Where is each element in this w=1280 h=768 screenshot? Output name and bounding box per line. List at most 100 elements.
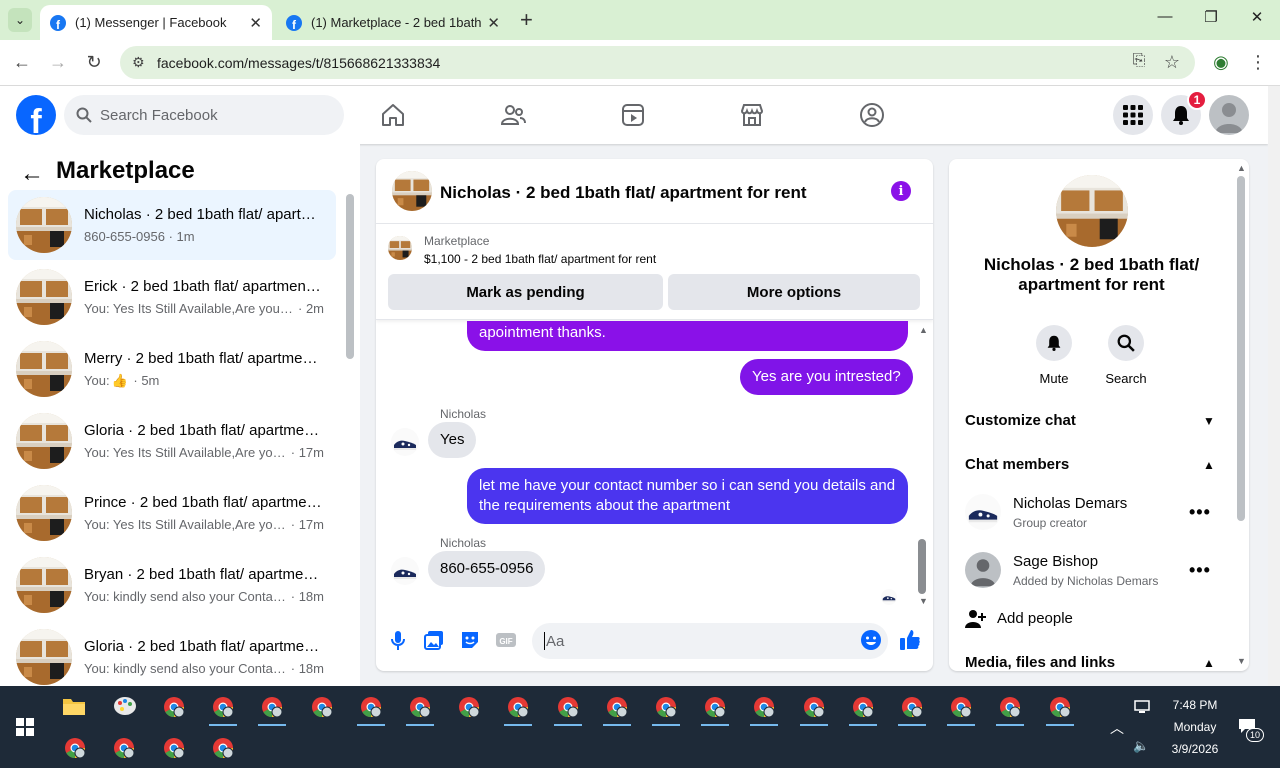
paint-icon[interactable] xyxy=(113,695,137,717)
member-avatar[interactable] xyxy=(965,494,1001,530)
chat-list-scrollbar[interactable] xyxy=(346,194,354,359)
message-scrollbar[interactable] xyxy=(918,539,926,594)
chrome-window-icon[interactable] xyxy=(704,696,726,718)
groups-icon[interactable] xyxy=(859,102,885,128)
incoming-message[interactable]: 860-655-0956 xyxy=(428,551,546,587)
chrome-window-icon[interactable] xyxy=(261,696,283,718)
like-thumb-icon[interactable] xyxy=(899,629,921,651)
chrome-window-icon[interactable] xyxy=(606,696,628,718)
home-icon[interactable] xyxy=(380,102,406,128)
chrome-window-icon[interactable] xyxy=(999,696,1021,718)
url-omnibox[interactable]: ⚙ facebook.com/messages/t/81566862133383… xyxy=(120,46,1195,79)
outgoing-message[interactable]: Yes are you intrested? xyxy=(740,359,913,395)
listing-avatar[interactable] xyxy=(392,171,432,211)
close-tab-icon[interactable]: ✕ xyxy=(249,14,262,32)
info-icon[interactable]: i xyxy=(891,181,911,201)
chat-list-item[interactable]: Erick · 2 bed 1bath flat/ apartment for … xyxy=(8,262,336,332)
chrome-window-icon[interactable] xyxy=(507,696,529,718)
network-icon[interactable] xyxy=(1134,700,1150,714)
video-icon[interactable] xyxy=(620,102,646,128)
chat-list-item[interactable]: Gloria · 2 bed 1bath flat/ apartment for… xyxy=(8,622,336,692)
bookmark-star-icon[interactable]: ☆ xyxy=(1161,52,1183,73)
scroll-down-arrow-icon[interactable]: ▼ xyxy=(1237,656,1246,666)
restore-icon[interactable]: ❐ xyxy=(1196,8,1226,26)
reload-icon[interactable]: ↻ xyxy=(83,52,105,73)
clock-day[interactable]: Monday xyxy=(1160,720,1230,734)
member-options-icon[interactable]: ••• xyxy=(1189,560,1211,581)
show-hidden-icons[interactable]: ︿ xyxy=(1110,718,1124,738)
sender-avatar[interactable] xyxy=(391,557,419,585)
browser-menu-icon[interactable]: ⋮ xyxy=(1247,52,1269,73)
chrome-window-icon[interactable] xyxy=(212,696,234,718)
conversation-title[interactable]: Nicholas · 2 bed 1bath flat/ apartment f… xyxy=(440,183,807,203)
more-options-button[interactable]: More options xyxy=(668,274,920,310)
add-person-icon[interactable] xyxy=(965,609,987,629)
chrome-window-icon[interactable] xyxy=(655,696,677,718)
mute-button[interactable]: Mute xyxy=(1024,325,1084,386)
chrome-window-icon[interactable] xyxy=(409,696,431,718)
facebook-logo-icon[interactable]: f xyxy=(16,95,56,135)
member-options-icon[interactable]: ••• xyxy=(1189,502,1211,523)
listing-profile-photo[interactable] xyxy=(1056,175,1128,247)
clock-time[interactable]: 7:48 PM xyxy=(1160,698,1230,712)
page-scrollbar[interactable] xyxy=(1268,86,1280,686)
tab-messenger[interactable]: f (1) Messenger | Facebook ✕ xyxy=(40,5,272,40)
chat-list-item[interactable]: Gloria · 2 bed 1bath flat/ apartment for… xyxy=(8,406,336,476)
tab-marketplace[interactable]: f (1) Marketplace - 2 bed 1bath f ✕ xyxy=(276,5,510,40)
chevron-up-icon[interactable]: ▲ xyxy=(1203,458,1215,472)
chrome-window-icon[interactable] xyxy=(113,737,135,759)
chrome-window-icon[interactable] xyxy=(803,696,825,718)
scroll-down-arrow-icon[interactable]: ▼ xyxy=(919,596,928,606)
chrome-window-icon[interactable] xyxy=(557,696,579,718)
friends-icon[interactable] xyxy=(500,102,526,128)
close-window-icon[interactable]: ✕ xyxy=(1242,8,1272,26)
chrome-window-icon[interactable] xyxy=(360,696,382,718)
chrome-window-icon[interactable] xyxy=(311,696,333,718)
info-panel-scrollbar[interactable] xyxy=(1237,176,1245,521)
windows-start-icon[interactable] xyxy=(16,718,34,736)
chrome-window-icon[interactable] xyxy=(64,737,86,759)
microphone-icon[interactable] xyxy=(387,629,409,651)
file-explorer-icon[interactable] xyxy=(63,696,85,716)
new-tab-icon[interactable]: + xyxy=(520,9,533,31)
listing-detail[interactable]: $1,100 - 2 bed 1bath flat/ apartment for… xyxy=(424,252,656,266)
install-app-icon[interactable]: ⎘ xyxy=(1128,52,1150,70)
site-info-icon[interactable]: ⚙ xyxy=(132,54,145,71)
chrome-window-icon[interactable] xyxy=(950,696,972,718)
account-avatar[interactable] xyxy=(1209,95,1249,135)
chat-list-item[interactable]: Nicholas · 2 bed 1bath flat/ apartment f… xyxy=(8,190,336,260)
chevron-up-icon[interactable]: ▲ xyxy=(1203,656,1215,670)
listing-thumbnail[interactable] xyxy=(388,236,412,260)
marketplace-icon[interactable] xyxy=(739,102,765,128)
emoji-icon[interactable] xyxy=(860,629,882,651)
forward-icon[interactable]: → xyxy=(47,52,69,73)
message-input[interactable]: Aa xyxy=(532,623,888,659)
outgoing-message[interactable]: apointment thanks. xyxy=(467,321,908,351)
chrome-window-icon[interactable] xyxy=(163,737,185,759)
tab-search-dropdown-icon[interactable]: ⌄ xyxy=(8,8,32,32)
sticker-icon[interactable] xyxy=(459,629,481,651)
scroll-up-arrow-icon[interactable]: ▲ xyxy=(919,325,928,335)
member-avatar[interactable] xyxy=(965,552,1001,588)
chat-list-item[interactable]: Merry · 2 bed 1bath flat/ apartment for … xyxy=(8,334,336,404)
search-in-chat-button[interactable]: Search xyxy=(1096,325,1156,386)
profile-icon[interactable]: ◉ xyxy=(1210,52,1232,73)
chat-list-item[interactable]: Bryan · 2 bed 1bath flat/ apartment for … xyxy=(8,550,336,620)
close-tab-icon[interactable]: ✕ xyxy=(487,14,500,32)
sender-avatar[interactable] xyxy=(391,428,419,456)
back-arrow-icon[interactable]: ← xyxy=(20,160,44,188)
chat-list-item[interactable]: Prince · 2 bed 1bath flat/ apartment for… xyxy=(8,478,336,548)
facebook-search-input[interactable]: Search Facebook xyxy=(64,95,344,135)
member-name[interactable]: Sage Bishop xyxy=(1013,553,1098,570)
back-icon[interactable]: ← xyxy=(11,52,33,73)
chrome-window-icon[interactable] xyxy=(1049,696,1071,718)
scroll-up-arrow-icon[interactable]: ▲ xyxy=(1237,163,1246,173)
incoming-message[interactable]: Yes xyxy=(428,422,477,458)
mark-as-pending-button[interactable]: Mark as pending xyxy=(388,274,663,310)
customize-chat-section[interactable]: Customize chat xyxy=(965,412,1076,429)
chrome-window-icon[interactable] xyxy=(901,696,923,718)
media-files-links-section[interactable]: Media, files and links xyxy=(965,654,1115,671)
volume-icon[interactable]: 🔈 xyxy=(1133,738,1149,754)
gif-icon[interactable]: GIF xyxy=(495,629,517,651)
photo-icon[interactable] xyxy=(423,629,445,651)
